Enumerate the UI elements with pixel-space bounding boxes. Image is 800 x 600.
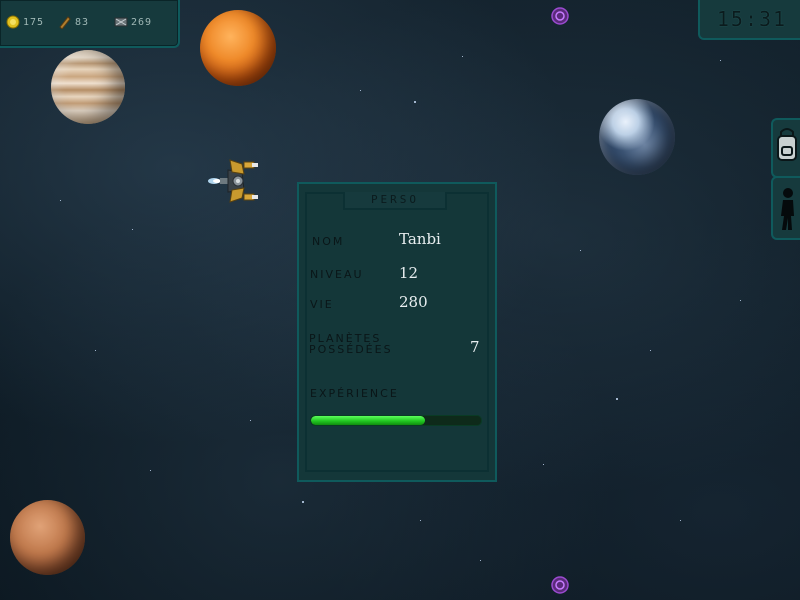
star: [680, 520, 681, 521]
resource-wood: 83: [58, 14, 89, 30]
level-label: NIVEAU: [310, 268, 364, 281]
star: [95, 350, 96, 351]
warp-portal-bottom-icon[interactable]: [551, 576, 569, 594]
gold-value: 175: [23, 16, 45, 28]
name-value: Tanbi: [399, 230, 441, 248]
backpack-button[interactable]: [771, 118, 800, 178]
resource-bar: 175 83 269: [0, 0, 180, 48]
wood-value: 83: [75, 16, 90, 28]
star: [616, 398, 618, 400]
clock: 15:31: [716, 7, 788, 31]
life-label: VIE: [310, 298, 334, 311]
level-value: 12: [399, 264, 419, 282]
star: [414, 101, 416, 103]
star: [250, 420, 251, 421]
life-value: 280: [399, 293, 428, 311]
star: [462, 56, 463, 57]
ore-icon: [114, 17, 128, 27]
character-stats-panel: PERSO NOM Tanbi NIVEAU 12 VIE 280 PLANÈT…: [297, 182, 497, 482]
star: [720, 60, 721, 61]
experience-bar: [310, 415, 482, 426]
spaceship[interactable]: [208, 156, 260, 206]
planet-venus[interactable]: [200, 10, 276, 86]
star: [650, 350, 651, 351]
owned-planets-value: 7: [470, 338, 480, 356]
star: [60, 200, 61, 201]
star: [543, 464, 544, 465]
warp-portal-top-icon[interactable]: [551, 7, 569, 25]
star: [480, 560, 481, 561]
panel-title: PERSO: [370, 193, 420, 206]
planet-jupiter[interactable]: [51, 50, 125, 124]
clock-panel: 15:31: [698, 0, 800, 40]
character-button[interactable]: [771, 176, 800, 240]
panel-title-tab: PERSO: [343, 192, 447, 210]
owned-planets-label: PLANÈTES POSSÉDÉES: [309, 332, 393, 356]
resource-gold: 175: [6, 14, 44, 30]
star: [360, 90, 361, 91]
resource-ore: 269: [114, 14, 152, 30]
star: [150, 470, 151, 471]
name-label: NOM: [312, 235, 345, 248]
character-icon: [781, 188, 794, 230]
planet-earth[interactable]: [599, 99, 675, 175]
experience-bar-fill: [311, 416, 425, 425]
star: [420, 520, 421, 521]
star: [302, 501, 304, 503]
backpack-icon: [777, 128, 797, 161]
star: [132, 229, 133, 230]
experience-label: EXPÉRIENCE: [310, 387, 399, 400]
star: [740, 300, 741, 301]
gold-coin-icon: [6, 15, 20, 29]
ore-value: 269: [131, 16, 153, 28]
star: [580, 250, 581, 251]
wood-plank-icon: [59, 16, 71, 29]
planet-mars[interactable]: [10, 500, 85, 575]
